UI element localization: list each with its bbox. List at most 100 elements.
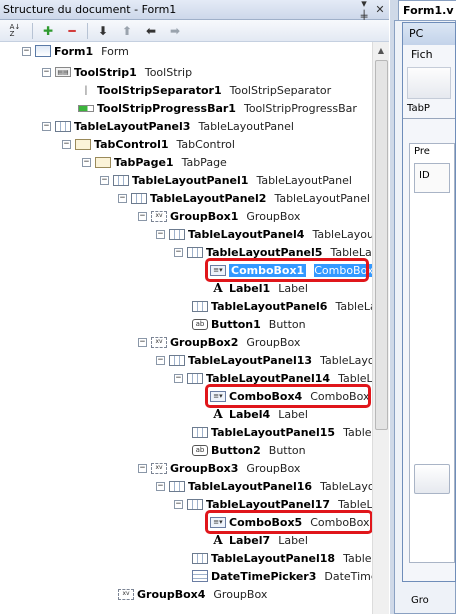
- node-name: ToolStripSeparator1: [97, 83, 222, 97]
- node-name: TableLayoutPanel13: [188, 353, 313, 367]
- node-type: TableLay: [330, 245, 372, 259]
- node-type: TableL: [338, 371, 372, 385]
- tablelayout-icon: [187, 246, 203, 258]
- tree-node[interactable]: − TabPage1 TabPage: [82, 153, 227, 171]
- collapse-icon[interactable]: −: [100, 175, 109, 185]
- collapse-icon[interactable]: −: [174, 499, 183, 509]
- node-type: TableLay: [335, 299, 372, 313]
- node-type: TabControl: [176, 137, 235, 151]
- tree-node[interactable]: │ ToolStripSeparator1 ToolStripSeparator: [78, 81, 332, 99]
- node-name: TableLayoutPanel1: [132, 173, 249, 187]
- node-type: Label: [278, 407, 308, 421]
- node-type: Button: [268, 317, 306, 331]
- node-type: TableLayout: [312, 227, 372, 241]
- node-name: TableLayoutPanel15: [211, 425, 336, 439]
- designer-pane: Form1.v PC Fich TabP Pre ID Gro: [390, 0, 456, 614]
- tree-node[interactable]: − xv GroupBox1 GroupBox: [138, 207, 300, 225]
- tree-node[interactable]: TableLayoutPanel18 TableL: [192, 549, 372, 567]
- tree-node[interactable]: − TableLayoutPanel1 TableLayoutPanel: [100, 171, 352, 189]
- form-icon: [35, 45, 51, 57]
- tablelayout-icon: [187, 372, 203, 384]
- tree-node[interactable]: − TableLayoutPanel2 TableLayoutPanel: [118, 189, 370, 207]
- move-down-icon[interactable]: ⬇: [94, 22, 112, 40]
- tab-form1-designer[interactable]: Form1.v: [398, 0, 456, 20]
- node-name: Button1: [211, 317, 261, 331]
- node-type: Button: [268, 443, 306, 457]
- collapse-icon[interactable]: −: [118, 193, 127, 203]
- move-up-icon[interactable]: ⬆: [118, 22, 136, 40]
- tree-node[interactable]: DateTimePicker3 DateTimeP: [192, 567, 372, 585]
- tree-node[interactable]: − xv GroupBox3 GroupBox: [138, 459, 300, 477]
- form-tab-header[interactable]: TabP: [403, 101, 455, 119]
- form-field[interactable]: ID: [414, 163, 450, 193]
- tree-node[interactable]: − TableLayoutPanel3 TableLayoutPanel: [42, 117, 294, 135]
- tree-node[interactable]: − TabControl1 TabControl: [62, 135, 235, 153]
- node-name: TabControl1: [94, 137, 169, 151]
- tablelayout-icon: [169, 354, 185, 366]
- tree-node[interactable]: ab Button1 Button: [192, 315, 306, 333]
- node-name: GroupBox3: [170, 461, 239, 475]
- node-name: TableLayoutPanel16: [188, 479, 313, 493]
- scroll-thumb[interactable]: [375, 60, 388, 430]
- collapse-icon[interactable]: −: [22, 46, 31, 56]
- tree-node[interactable]: TableLayoutPanel6 TableLay: [192, 297, 372, 315]
- panel-titlebar: Structure du document - Form1 ▾ ╪ ✕: [0, 0, 389, 23]
- form-menu-item[interactable]: Fich: [403, 45, 455, 65]
- collapse-icon[interactable]: −: [156, 355, 165, 365]
- toolbar-separator: [32, 22, 33, 39]
- collapse-icon[interactable]: −: [174, 247, 183, 257]
- tree-node[interactable]: − ▤▤ ToolStrip1 ToolStrip: [42, 63, 192, 81]
- form-toolstrip[interactable]: [407, 67, 451, 99]
- datetimepicker-icon: [192, 570, 208, 582]
- tree-node[interactable]: xv GroupBox4 GroupBox: [118, 585, 267, 603]
- collapse-icon[interactable]: −: [62, 139, 71, 149]
- move-in-icon[interactable]: ➡: [166, 22, 184, 40]
- button-icon: ab: [192, 318, 208, 330]
- node-name: Label7: [229, 533, 271, 547]
- node-name: TableLayoutPanel5: [206, 245, 323, 259]
- collapse-icon[interactable]: −: [138, 211, 147, 221]
- tree-node[interactable]: TableLayoutPanel15 TableL: [192, 423, 372, 441]
- collapse-icon[interactable]: −: [156, 481, 165, 491]
- node-name: GroupBox2: [170, 335, 239, 349]
- vertical-scrollbar[interactable]: ▲: [372, 42, 389, 614]
- form-bottom-label: Gro: [411, 595, 429, 606]
- label-icon: A: [213, 407, 223, 421]
- collapse-icon[interactable]: −: [42, 67, 51, 77]
- groupbox-icon: xv: [151, 210, 167, 222]
- node-type: DateTimeP: [324, 569, 372, 583]
- node-name: TableLayoutPanel17: [206, 497, 331, 511]
- collapse-icon[interactable]: −: [138, 463, 147, 473]
- delete-icon[interactable]: ━: [63, 22, 81, 40]
- node-name: TableLayoutPanel4: [188, 227, 305, 241]
- tree-node[interactable]: − TableLayoutPanel4 TableLayout: [156, 225, 372, 243]
- node-type: TableLayoutPanel: [256, 173, 352, 187]
- tree-node[interactable]: ab Button2 Button: [192, 441, 306, 459]
- sort-az-icon[interactable]: A↓ Z: [4, 22, 26, 40]
- form-preview[interactable]: PC Fich TabP Pre ID Gro: [402, 22, 456, 606]
- node-type: TabPage: [181, 155, 227, 169]
- tablelayout-icon: [187, 498, 203, 510]
- node-name: TableLayoutPanel18: [211, 551, 336, 565]
- collapse-icon[interactable]: −: [82, 157, 91, 167]
- tree-node[interactable]: − TableLayoutPanel16 TableLayo: [156, 477, 372, 495]
- node-type: Label: [278, 281, 308, 295]
- tabpage-icon: [95, 156, 111, 168]
- collapse-icon[interactable]: −: [156, 229, 165, 239]
- scroll-up-icon[interactable]: ▲: [373, 42, 389, 59]
- node-name: TableLayoutPanel3: [74, 119, 191, 133]
- close-icon[interactable]: ✕: [373, 3, 387, 16]
- collapse-icon[interactable]: −: [138, 337, 147, 347]
- node-type: ToolStrip: [144, 65, 193, 79]
- collapse-icon[interactable]: −: [42, 121, 51, 131]
- collapse-icon[interactable]: −: [174, 373, 183, 383]
- form-button[interactable]: [414, 464, 450, 494]
- tablelayout-icon: [169, 480, 185, 492]
- tree-node[interactable]: ToolStripProgressBar1 ToolStripProgressB…: [78, 99, 357, 117]
- move-out-icon[interactable]: ⬅: [142, 22, 160, 40]
- tree-node[interactable]: − Form1 Form: [22, 42, 129, 60]
- node-name: Button2: [211, 443, 261, 457]
- add-icon[interactable]: ✚: [39, 22, 57, 40]
- tree-node[interactable]: − xv GroupBox2 GroupBox: [138, 333, 300, 351]
- tree-node[interactable]: − TableLayoutPanel13 TableLayo: [156, 351, 372, 369]
